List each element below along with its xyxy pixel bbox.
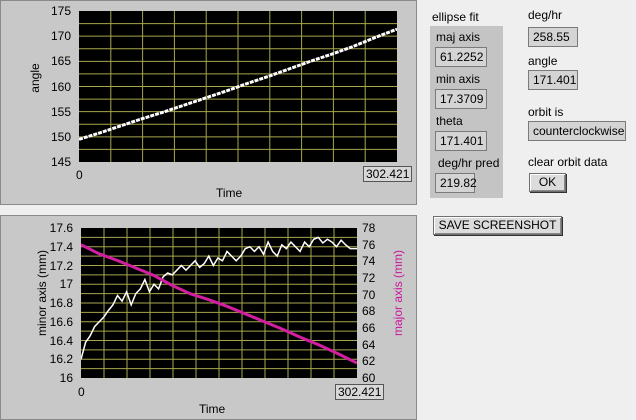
bottom-y-tick-left: 16.2	[49, 352, 73, 367]
bottom-y-tick-right: 72	[362, 271, 376, 285]
top-y-tick: 155	[50, 104, 71, 119]
bottom-y-tick-left: 17	[59, 277, 73, 292]
bottom-y-tick-left: 16.4	[49, 333, 73, 348]
bottom-y-tick-right: 66	[362, 321, 376, 335]
bottom-y-tick-left: 17.4	[49, 239, 73, 254]
bottom-y-tick-right: 74	[362, 254, 376, 269]
top-chart-x-end[interactable]: 302.421	[363, 166, 413, 182]
bottom-y-tick-left: 16.8	[49, 296, 73, 310]
orbit-value: counterclockwise	[528, 121, 626, 141]
bottom-chart-xlabel: Time	[199, 402, 226, 416]
bottom-y-tick-left: 17.6	[49, 221, 73, 235]
ok-button[interactable]: OK	[529, 173, 566, 192]
bottom-chart-x-end[interactable]: 302.421	[335, 384, 385, 400]
top-y-tick: 170	[50, 29, 71, 44]
bottom-y-tick-right: 70	[362, 287, 376, 302]
bottom-y-tick-left: 16	[59, 371, 73, 385]
bottom-y-tick-right: 78	[362, 221, 376, 235]
top-y-tick: 175	[50, 4, 71, 18]
bottom-chart-svg	[81, 228, 357, 378]
min-axis-label: min axis	[436, 72, 481, 86]
bottom-chart-ylabel-right: major axis (mm)	[391, 250, 405, 336]
bottom-chart-x-start: 0	[78, 385, 85, 399]
bottom-y-tick-right: 76	[362, 237, 376, 252]
top-chart-ylabel: angle	[28, 63, 42, 93]
deghr-pred-value: 219.82	[435, 173, 477, 193]
deghr-value: 258.55	[528, 27, 578, 47]
bottom-y-tick-left: 16.6	[49, 314, 73, 329]
theta-label: theta	[436, 114, 463, 128]
save-screenshot-button[interactable]: SAVE SCREENSHOT	[433, 216, 562, 235]
min-axis-value: 17.3709	[435, 89, 487, 109]
theta-value: 171.401	[435, 131, 487, 151]
maj-axis-label: maj axis	[436, 30, 481, 44]
top-chart-xlabel: Time	[216, 186, 243, 200]
ellipse-fit-title: ellipse fit	[432, 10, 479, 24]
top-chart-plot	[79, 11, 397, 162]
clear-orbit-label: clear orbit data	[528, 155, 608, 169]
ellipse-fit-group: maj axis 61.2252 min axis 17.3709 theta …	[430, 26, 503, 198]
bottom-y-tick-right: 64	[362, 337, 376, 352]
bottom-y-tick-right: 62	[362, 354, 376, 369]
orbit-label: orbit is	[528, 105, 564, 119]
bottom-y-tick-left: 17.2	[49, 258, 73, 273]
top-y-tick: 150	[50, 129, 71, 144]
deghr-label: deg/hr	[528, 8, 563, 22]
deghr-pred-label: deg/hr pred	[438, 156, 500, 170]
top-chart-panel: angle 175 170 165 160 155 150 145 0 302.421 Ti…	[0, 0, 417, 205]
top-y-tick: 165	[50, 54, 71, 69]
bottom-y-tick-right: 68	[362, 304, 376, 319]
bottom-chart-panel: minor axis (mm) 17.6 17.4 17.2 17 16.8 16.6 16…	[0, 215, 417, 420]
top-y-tick: 145	[50, 155, 71, 169]
angle-value: 171.401	[528, 70, 578, 90]
angle-label: angle	[528, 54, 558, 68]
top-y-tick: 160	[50, 79, 71, 94]
maj-axis-value: 61.2252	[435, 47, 487, 67]
top-chart-svg	[79, 11, 397, 162]
bottom-y-tick-right: 60	[362, 371, 376, 385]
bottom-chart-ylabel-left: minor axis (mm)	[35, 250, 49, 336]
bottom-chart-plot	[81, 228, 357, 378]
top-chart-x-start: 0	[76, 168, 83, 182]
